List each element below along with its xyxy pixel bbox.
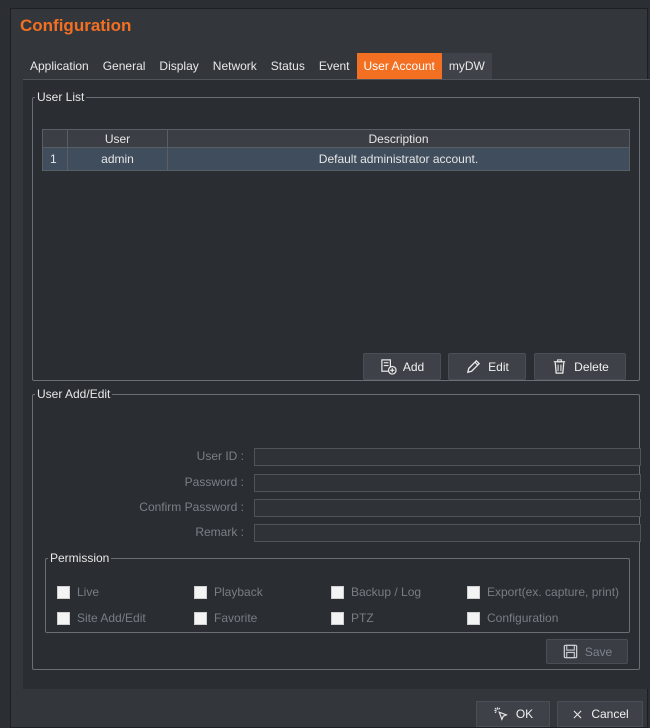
- column-header-user[interactable]: User: [68, 130, 168, 147]
- cancel-button[interactable]: Cancel: [557, 701, 643, 727]
- row-index: 1: [43, 148, 68, 170]
- tab-status[interactable]: Status: [264, 53, 312, 79]
- close-icon: [573, 710, 582, 718]
- save-button[interactable]: Save: [546, 639, 628, 664]
- site-add-edit-checkbox[interactable]: [57, 611, 70, 625]
- playback-checkbox[interactable]: [194, 585, 207, 599]
- permission-export[interactable]: Export(ex. capture, print): [467, 585, 619, 599]
- tab-bar: Application General Display Network Stat…: [23, 53, 492, 79]
- save-label: Save: [584, 644, 613, 659]
- tab-display[interactable]: Display: [152, 53, 205, 79]
- configuration-checkbox[interactable]: [467, 611, 480, 625]
- user-list-legend: User List: [37, 90, 85, 104]
- table-header: User Description: [43, 130, 629, 147]
- row-user: admin: [68, 148, 168, 170]
- user-table: User Description 1 admin Default adminis…: [42, 129, 630, 171]
- row-description: Default administrator account.: [318, 152, 479, 166]
- remark-label: Remark :: [195, 525, 244, 539]
- sparkle-cursor-icon: [494, 707, 508, 721]
- permission-configuration[interactable]: Configuration: [467, 611, 558, 625]
- user-list-group: User List User Description 1 admin Defau…: [32, 90, 640, 381]
- playback-label: Playback: [214, 585, 263, 599]
- permission-favorite[interactable]: Favorite: [194, 611, 257, 625]
- backup-log-checkbox[interactable]: [331, 585, 344, 599]
- ptz-checkbox[interactable]: [331, 611, 344, 625]
- floppy-disk-icon: [563, 644, 578, 659]
- remark-input[interactable]: [254, 524, 641, 542]
- add-button[interactable]: Add: [363, 353, 441, 380]
- export-checkbox[interactable]: [467, 585, 480, 599]
- column-header-description[interactable]: Description: [168, 130, 629, 147]
- permission-legend: Permission: [50, 551, 110, 565]
- password-label: Password :: [184, 475, 244, 489]
- tab-network[interactable]: Network: [206, 53, 264, 79]
- export-label: Export(ex. capture, print): [487, 585, 620, 599]
- ok-button[interactable]: OK: [476, 701, 550, 727]
- permission-group: Permission Live Playback Backup / Log Ex…: [45, 551, 630, 633]
- user-id-label: User ID :: [196, 449, 244, 463]
- window-title: Configuration: [20, 16, 132, 35]
- pencil-icon: [467, 359, 481, 374]
- table-row[interactable]: 1 admin Default administrator account.: [43, 147, 629, 170]
- edit-button[interactable]: Edit: [448, 353, 526, 380]
- tab-general[interactable]: General: [96, 53, 153, 79]
- favorite-label: Favorite: [214, 611, 258, 625]
- ok-label: OK: [515, 707, 534, 721]
- favorite-checkbox[interactable]: [194, 611, 207, 625]
- cancel-label: Cancel: [591, 707, 629, 721]
- permission-playback[interactable]: Playback: [194, 585, 263, 599]
- tab-application[interactable]: Application: [23, 53, 96, 79]
- trash-icon: [553, 359, 566, 374]
- tab-content-panel: User List User Description 1 admin Defau…: [23, 79, 650, 689]
- tab-mydw[interactable]: myDW: [441, 53, 492, 79]
- ptz-label: PTZ: [351, 611, 374, 625]
- column-header-index: [43, 130, 68, 147]
- permission-ptz[interactable]: PTZ: [331, 611, 374, 625]
- backup-log-label: Backup / Log: [351, 585, 422, 599]
- configuration-window: Configuration Application General Displa…: [10, 8, 650, 728]
- add-user-icon: [381, 359, 397, 375]
- tab-event[interactable]: Event: [312, 53, 357, 79]
- user-id-input[interactable]: [254, 448, 641, 466]
- tab-user-account[interactable]: User Account: [356, 53, 442, 79]
- user-edit-group: User Add/Edit User ID : Password : Confi…: [32, 387, 641, 670]
- confirm-password-label: Confirm Password :: [139, 500, 244, 514]
- add-label: Add: [402, 359, 425, 374]
- site-add-edit-label: Site Add/Edit: [77, 611, 146, 625]
- edit-label: Edit: [488, 359, 509, 374]
- permission-site-add-edit[interactable]: Site Add/Edit: [57, 611, 146, 625]
- live-label: Live: [77, 585, 100, 599]
- live-checkbox[interactable]: [57, 585, 70, 599]
- confirm-password-input[interactable]: [254, 499, 641, 517]
- delete-button[interactable]: Delete: [534, 353, 626, 380]
- delete-label: Delete: [574, 359, 609, 374]
- permission-live[interactable]: Live: [57, 585, 99, 599]
- user-edit-legend: User Add/Edit: [37, 387, 111, 401]
- permission-backup-log[interactable]: Backup / Log: [331, 585, 421, 599]
- password-input[interactable]: [254, 474, 641, 492]
- configuration-label: Configuration: [487, 611, 559, 625]
